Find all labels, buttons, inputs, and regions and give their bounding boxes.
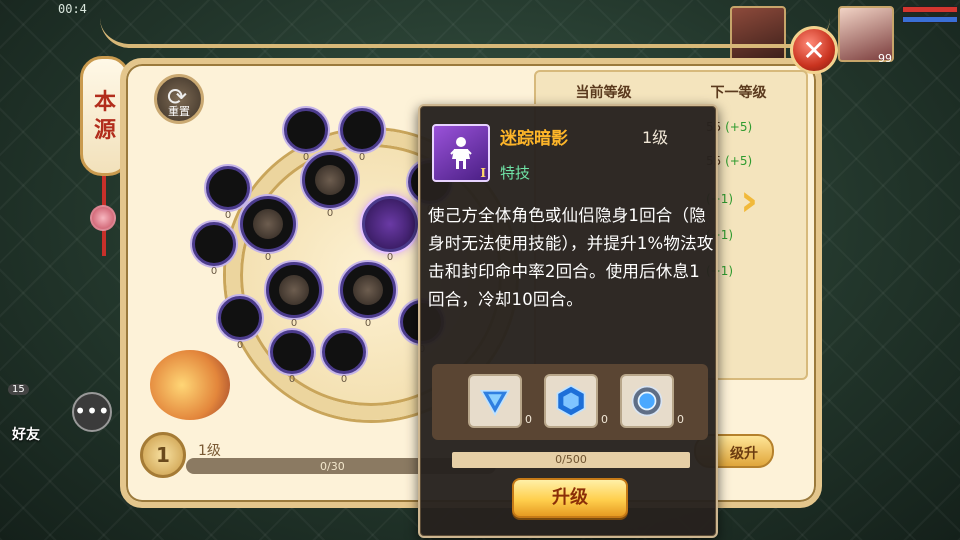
skill-description: 使己方全体角色或仙侣隐身1回合（隐身时无法使用技能），并提升1%物法攻击和封印命… xyxy=(428,206,714,309)
material-slot[interactable]: 0 xyxy=(468,374,532,428)
blue-hexagon-gem-icon xyxy=(556,384,586,418)
phoenix-emblem-icon xyxy=(150,350,230,420)
reset-arrows-icon: ⟳ xyxy=(167,83,188,111)
lantern-char-2: 源 xyxy=(93,117,116,143)
level-label: 1级 xyxy=(198,443,221,459)
chat-bubble-icon[interactable]: ••• xyxy=(72,392,112,432)
status-clock: 00:4 xyxy=(58,2,87,16)
friend-count-badge: 15 xyxy=(8,384,29,395)
player-status-bars xyxy=(902,6,958,26)
level-badge: 1 xyxy=(140,432,186,478)
next-page-arrow-icon[interactable]: › xyxy=(740,176,770,226)
material-slot[interactable]: 0 xyxy=(620,374,684,428)
blue-triangle-gem-icon xyxy=(479,389,511,417)
friends-button[interactable]: 好友 xyxy=(12,424,40,444)
material-strip: 0 0 0 xyxy=(432,364,708,440)
player-level: 99 xyxy=(878,52,892,65)
hp-bar xyxy=(902,6,958,13)
upgrade-progress-bar: 0/500 xyxy=(452,452,690,468)
skill-node[interactable]: 0 xyxy=(322,330,366,385)
col-current-level: 当前等级 xyxy=(575,85,632,101)
skill-node[interactable]: 0 xyxy=(340,108,384,163)
level-table-header: 当前等级 下一等级 xyxy=(536,82,806,102)
stealth-figure-icon xyxy=(450,137,472,169)
skill-node-bird[interactable]: 0 xyxy=(266,262,322,329)
panel-top-trim xyxy=(100,18,830,48)
close-icon: ✕ xyxy=(802,33,826,67)
upgrade-button[interactable]: 升级 xyxy=(512,478,628,518)
skill-tooltip: I 迷踪暗影 1级 特技 使己方全体角色或仙侣隐身1回合（隐身时无法使用技能），… xyxy=(418,104,718,538)
upgrade-progress-text: 0/500 xyxy=(555,453,587,466)
skill-icon-mizong: I xyxy=(432,124,490,182)
skill-node[interactable]: 0 xyxy=(218,296,262,351)
blue-round-gem-icon xyxy=(631,385,663,417)
close-button[interactable]: ✕ xyxy=(790,26,838,74)
skill-node-paw[interactable]: 0 xyxy=(340,262,396,329)
skill-node[interactable]: 0 xyxy=(206,166,250,221)
skill-name: 迷踪暗影 xyxy=(500,129,568,149)
skill-tier: I xyxy=(480,166,486,180)
lantern-knot-icon xyxy=(90,205,116,231)
skill-node-music[interactable]: 0 xyxy=(302,152,358,219)
exp-progress-text: 0/30 xyxy=(320,460,345,473)
skill-level: 1级 xyxy=(642,128,669,147)
mp-bar xyxy=(902,16,958,23)
skill-node[interactable]: 0 xyxy=(192,222,236,277)
lantern-char-1: 本 xyxy=(93,89,116,115)
skill-node-hand[interactable]: 0 xyxy=(240,196,296,263)
skill-node-mizong-anying[interactable]: 0 xyxy=(362,196,418,263)
skill-node[interactable]: 0 xyxy=(270,330,314,385)
col-next-level: 下一等级 xyxy=(710,85,767,101)
skill-node[interactable]: 0 xyxy=(284,108,328,163)
skill-type: 特技 xyxy=(500,164,531,182)
material-slot[interactable]: 0 xyxy=(544,374,608,428)
